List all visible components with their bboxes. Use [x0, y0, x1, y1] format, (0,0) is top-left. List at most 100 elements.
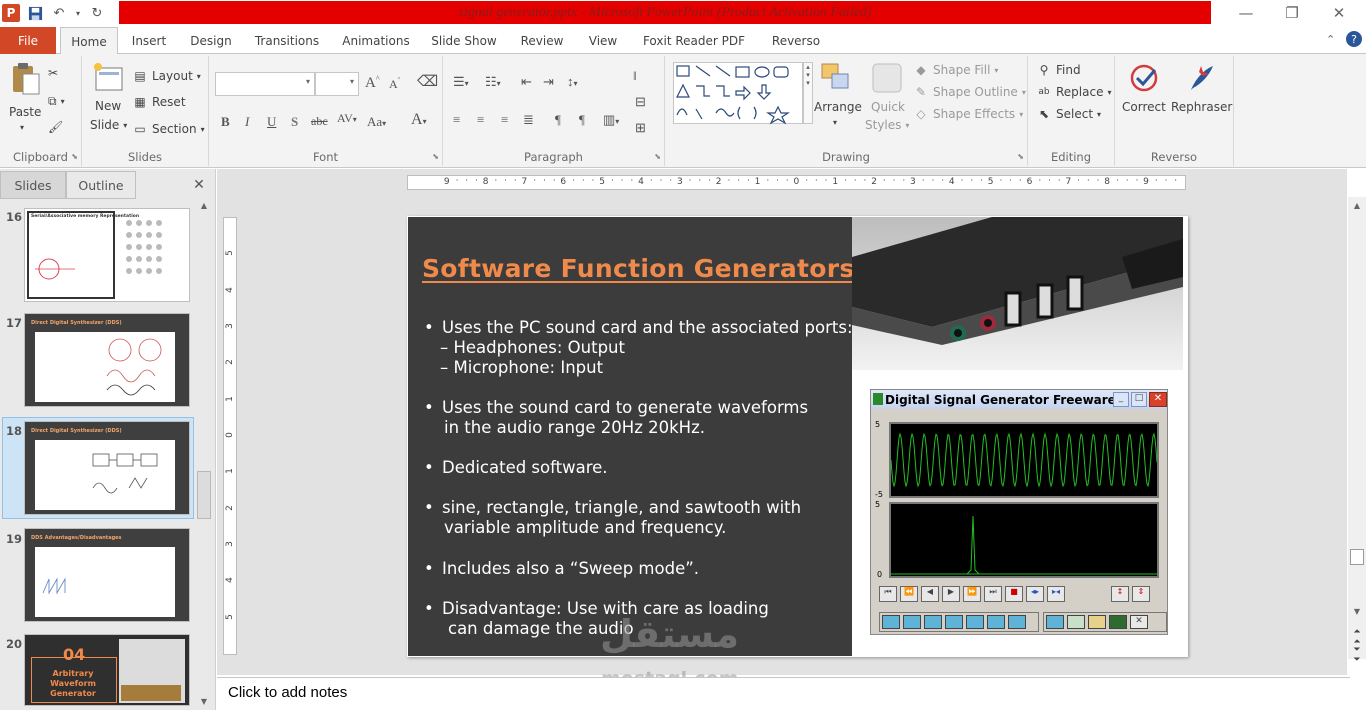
styles-button[interactable]: Styles ▾ [865, 118, 909, 132]
paste-button[interactable]: Paste [9, 105, 41, 119]
columns-icon[interactable]: ▥▾ [603, 112, 619, 128]
shrink-font-icon[interactable]: Aˇ [389, 76, 400, 92]
last-icon[interactable]: ⏭ [984, 586, 1002, 602]
exit-icon[interactable]: ✕ [1130, 615, 1148, 629]
zoom-in-icon[interactable]: ◂▸ [1026, 586, 1044, 602]
waveform-sawtooth-icon[interactable] [945, 615, 963, 629]
bullet-item[interactable]: • Uses the sound card to generate wavefor… [424, 398, 808, 438]
laptop-ports-photo[interactable] [852, 217, 1183, 370]
bullet-item[interactable]: • Includes also a “Sweep mode”. [424, 559, 699, 579]
waveform-pulse-icon[interactable] [1008, 615, 1026, 629]
section-button[interactable]: ▭ Section ▾ [132, 121, 204, 137]
paste-icon[interactable] [10, 62, 42, 95]
arrange-icon[interactable] [820, 62, 852, 94]
tab-slides[interactable]: Slides [0, 171, 66, 199]
shapes-gallery[interactable] [673, 62, 803, 125]
format-painter-icon[interactable]: 🖌 [48, 120, 63, 134]
powerpoint-logo-icon[interactable]: P [2, 4, 20, 22]
waveform-sine-icon[interactable] [882, 615, 900, 629]
font-launcher-icon[interactable]: ⬊ [432, 152, 439, 161]
font-color-icon[interactable]: A▾ [411, 111, 427, 129]
tab-file[interactable]: File [0, 27, 56, 54]
horizontal-ruler[interactable]: 9 · · · 8 · · · 7 · · · 6 · · · 5 · · · 4 · · · 3 · · · 2 · · · 1 · · · 0 · · ·… [407, 175, 1186, 190]
waveform-triangle-icon[interactable] [924, 615, 942, 629]
italic-icon[interactable]: I [245, 114, 249, 130]
find-button[interactable]: ⚲ Find [1036, 62, 1081, 78]
paragraph-launcher-icon[interactable]: ⬊ [654, 152, 661, 161]
tab-home[interactable]: Home [60, 27, 118, 55]
copy-icon[interactable]: ⧉ ▾ [48, 94, 65, 109]
slide-thumbnail-17[interactable]: Direct Digital Synthesizer (DDS) [24, 313, 190, 407]
tab-outline[interactable]: Outline [66, 171, 136, 199]
previous-slide-icon[interactable]: ⏶ ⏶ [1348, 627, 1366, 647]
chevron-down-icon[interactable]: ▾ [74, 4, 82, 22]
help-icon[interactable]: ? [1346, 31, 1362, 47]
scroll-thumb[interactable] [1350, 549, 1364, 565]
next-slide-icon[interactable]: ⏷ ⏷ [1348, 645, 1366, 665]
justify-icon[interactable]: ≣ [523, 112, 534, 128]
checkmark-icon[interactable] [1129, 62, 1161, 94]
tab-review[interactable]: Review [516, 27, 568, 54]
minimize-button[interactable]: — [1223, 0, 1269, 26]
collapse-ribbon-icon[interactable]: ⌃ [1326, 33, 1335, 46]
slides-pane-scrollbar[interactable]: ▲ ▼ [196, 201, 212, 706]
restore-button[interactable]: ❐ [1269, 0, 1315, 26]
line-spacing-icon[interactable]: ↕▾ [567, 74, 578, 90]
slide-vertical-scrollbar[interactable]: ▲ ▼ ⏶ ⏶ ⏷ ⏷ [1348, 197, 1366, 665]
close-pane-icon[interactable]: ✕ [188, 171, 210, 199]
amplitude-up-icon[interactable]: ↕ [1111, 586, 1129, 602]
back-icon[interactable]: ◀ [921, 586, 939, 602]
clear-formatting-icon[interactable]: ⌫ [417, 72, 438, 91]
tab-design[interactable]: Design [186, 27, 236, 54]
slide-button[interactable]: Slide ▾ [90, 118, 127, 132]
layout-button[interactable]: ▤ Layout ▾ [132, 68, 200, 84]
quick-button[interactable]: Quick [871, 100, 905, 114]
rewind-icon[interactable]: ⏪ [900, 586, 918, 602]
shape-outline-button[interactable]: ✎ Shape Outline ▾ [913, 84, 1026, 100]
character-spacing-icon[interactable]: AV▾ [337, 111, 357, 126]
grow-font-icon[interactable]: A^ [365, 74, 380, 92]
convert-smartart-icon[interactable]: ⊞ [635, 120, 646, 136]
quick-styles-icon[interactable] [871, 62, 903, 94]
save-file-icon[interactable] [1109, 615, 1127, 629]
arrange-button[interactable]: Arrange [814, 100, 862, 114]
undo-icon[interactable]: ↶ [50, 4, 68, 22]
quill-icon[interactable] [1185, 62, 1217, 94]
first-icon[interactable]: ⏮ [879, 586, 897, 602]
slide-thumbnail-16[interactable]: Serial/Associative memory Representation [24, 208, 190, 302]
paste-dropdown-icon[interactable]: ▾ [20, 123, 24, 132]
increase-indent-icon[interactable]: ⇥ [543, 74, 554, 90]
correct-button[interactable]: Correct [1122, 100, 1166, 114]
scroll-down-icon[interactable]: ▼ [1348, 607, 1366, 616]
align-left-icon[interactable]: ≡ [453, 112, 460, 128]
stop-icon[interactable]: ■ [1005, 586, 1023, 602]
tab-slide-show[interactable]: Slide Show [428, 27, 500, 54]
slide-thumbnail-19[interactable]: DDS Advantages/Disadvantages [24, 528, 190, 622]
redo-icon[interactable]: ↻ [88, 4, 106, 22]
gallery-scroll-icon[interactable]: ▴ ▾ ▾ [803, 62, 813, 124]
underline-icon[interactable]: U [267, 114, 276, 130]
slide-thumbnail-18[interactable]: Direct Digital Synthesizer (DDS) [24, 421, 190, 515]
new-button[interactable]: New [95, 99, 121, 113]
close-button[interactable]: ✕ [1316, 0, 1362, 26]
scroll-up-icon[interactable]: ▲ [1348, 201, 1366, 210]
clipboard-launcher-icon[interactable]: ⬊ [71, 152, 78, 161]
signal-generator-screenshot[interactable]: Digital Signal Generator Freeware... _ □… [870, 389, 1168, 635]
save-icon[interactable] [26, 4, 44, 22]
align-center-icon[interactable]: ≡ [477, 112, 484, 128]
text-direction-icon[interactable]: ‖ [633, 68, 637, 84]
waveform-square-icon[interactable] [903, 615, 921, 629]
tab-animations[interactable]: Animations [338, 27, 414, 54]
align-right-icon[interactable]: ≡ [501, 112, 508, 128]
ltr-icon[interactable]: ¶ [579, 112, 585, 128]
play-icon[interactable]: ▶ [942, 586, 960, 602]
cut-icon[interactable]: ✂ [48, 66, 58, 80]
align-text-icon[interactable]: ⊟ [635, 94, 646, 110]
new-file-icon[interactable] [1046, 615, 1064, 629]
chevron-down-icon[interactable]: ▾ [833, 118, 837, 127]
drawing-launcher-icon[interactable]: ⬊ [1017, 152, 1024, 161]
shape-effects-button[interactable]: ◇ Shape Effects ▾ [913, 106, 1023, 122]
bullet-item[interactable]: • Dedicated software. [424, 458, 608, 478]
reset-button[interactable]: ▦ Reset [132, 94, 185, 110]
font-name-combo[interactable]: ▾ [215, 72, 315, 96]
